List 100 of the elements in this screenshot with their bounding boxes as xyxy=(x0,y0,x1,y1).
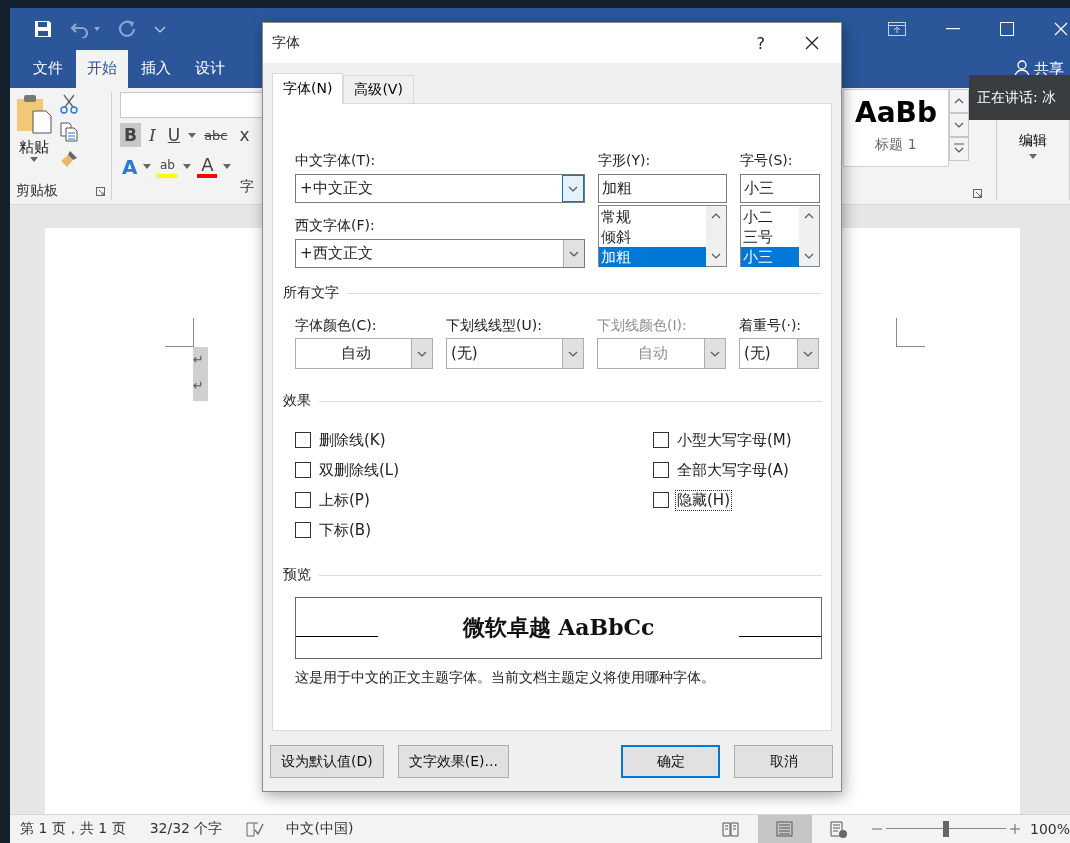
checkbox[interactable] xyxy=(653,432,669,448)
minimize-icon[interactable] xyxy=(946,28,960,30)
subscript-button[interactable]: x xyxy=(235,123,254,148)
group-label: 字 xyxy=(240,178,254,196)
caret-icon[interactable] xyxy=(143,164,152,170)
dropdown[interactable]: 自动 xyxy=(295,338,433,369)
list-option[interactable]: 加粗 xyxy=(599,247,706,267)
margin-corner-mark xyxy=(165,318,194,347)
bold-button[interactable]: B xyxy=(120,123,141,148)
read-mode-icon xyxy=(722,820,740,838)
checkbox[interactable] xyxy=(295,432,311,448)
save-icon[interactable] xyxy=(34,20,52,38)
dialog-button[interactable]: 文字效果(E)... xyxy=(397,745,509,778)
checkbox-label[interactable]: 下标(B) xyxy=(317,519,373,541)
launcher-icon[interactable] xyxy=(96,186,105,196)
list-option[interactable]: 常规 xyxy=(599,207,706,227)
zoom-level[interactable]: 100% xyxy=(1029,821,1070,837)
caret-icon[interactable] xyxy=(183,164,192,170)
checkbox[interactable] xyxy=(295,522,311,538)
checkbox[interactable] xyxy=(653,462,669,478)
checkbox-label[interactable]: 小型大写字母(M) xyxy=(675,429,794,451)
text-field[interactable]: 小三 xyxy=(740,174,820,203)
caret-icon[interactable] xyxy=(188,132,197,138)
paste-icon[interactable] xyxy=(16,94,52,134)
close-icon[interactable] xyxy=(805,36,819,50)
editing-button[interactable]: 编辑 xyxy=(1019,132,1047,159)
dialog-button[interactable]: 取消 xyxy=(734,745,833,778)
strikethrough-button[interactable]: abc xyxy=(200,123,232,148)
style-gallery-item[interactable]: AaBb 标题 1 xyxy=(843,89,949,167)
preview-sample: 微软卓越 AaBbCc xyxy=(461,613,656,642)
checkbox-label[interactable]: 上标(P) xyxy=(317,489,372,511)
checkbox-label[interactable]: 双删除线(L) xyxy=(317,459,402,481)
chevron-up-icon[interactable] xyxy=(710,212,722,220)
ribbon-tab[interactable]: 文件 xyxy=(22,50,74,88)
copy-icon[interactable] xyxy=(60,122,78,142)
customize-caret-icon[interactable] xyxy=(154,24,166,34)
checkbox-label[interactable]: 全部大写字母(A) xyxy=(675,459,791,481)
chevron-down-icon xyxy=(567,349,579,358)
ribbon-display-icon[interactable] xyxy=(888,22,906,36)
ribbon-tab[interactable]: 开始 xyxy=(76,50,128,88)
word-count[interactable]: 32/32 个字 xyxy=(149,820,223,838)
language-indicator[interactable]: 中文(中国) xyxy=(286,820,354,838)
format-painter-icon[interactable] xyxy=(60,150,78,168)
font-dropdown[interactable]: +中文正文 xyxy=(295,174,585,203)
page-count[interactable]: 第 1 页，共 1 页 xyxy=(20,820,126,838)
text-effects-button[interactable]: A xyxy=(120,157,140,176)
field-label: 中文字体(T): xyxy=(295,151,377,169)
paragraph-mark: ↵ xyxy=(193,377,205,395)
chevron-up-icon[interactable] xyxy=(803,212,815,220)
font-dropdown[interactable]: +西文正文 xyxy=(295,239,585,268)
dialog-button[interactable]: 设为默认值(D) xyxy=(270,745,384,778)
dropdown[interactable]: (无) xyxy=(446,338,584,369)
redo-icon[interactable] xyxy=(118,20,136,38)
dialog-title: 字体 xyxy=(272,34,300,52)
chevron-up-icon xyxy=(953,97,965,105)
scissors-icon[interactable] xyxy=(60,94,78,114)
list-option[interactable]: 小三 xyxy=(741,247,799,267)
checkbox-label[interactable]: 删除线(K) xyxy=(317,429,388,451)
field-label: 着重号(·): xyxy=(739,316,803,334)
ribbon-tab[interactable]: 设计 xyxy=(184,50,236,88)
field-label: 西文字体(F): xyxy=(295,216,376,234)
chevron-down-icon[interactable] xyxy=(710,252,722,260)
field-label: 下划线线型(U): xyxy=(446,316,543,334)
web-layout-icon xyxy=(830,820,848,838)
undo-icon[interactable] xyxy=(70,20,100,38)
dialog-button[interactable]: 确定 xyxy=(621,745,720,778)
ribbon-tab[interactable]: 插入 xyxy=(130,50,182,88)
dialog-tab[interactable]: 字体(N) xyxy=(272,73,344,104)
help-button[interactable]: ? xyxy=(756,33,765,53)
proofing-icon[interactable] xyxy=(246,821,265,837)
caret-icon xyxy=(1029,154,1037,159)
zoom-slider-thumb[interactable] xyxy=(942,821,949,837)
underline-button[interactable]: U xyxy=(163,123,185,148)
chevron-down-icon xyxy=(568,249,580,258)
dialog-tab[interactable]: 高级(V) xyxy=(343,75,414,103)
checkbox[interactable] xyxy=(295,462,311,478)
list-option[interactable]: 小二 xyxy=(741,207,799,227)
list-option[interactable]: 倾斜 xyxy=(599,227,706,247)
text-field[interactable]: 加粗 xyxy=(598,174,727,203)
highlight-button[interactable]: ab xyxy=(155,155,180,178)
field-label: 字体颜色(C): xyxy=(295,316,378,334)
caret-icon[interactable] xyxy=(30,157,38,162)
maximize-icon[interactable] xyxy=(1000,22,1014,36)
dropdown[interactable]: (无) xyxy=(739,338,819,369)
font-color-button[interactable]: A xyxy=(195,155,220,178)
dropdown: 自动 xyxy=(597,338,726,369)
checkbox[interactable] xyxy=(653,492,669,508)
zoom-in-icon[interactable] xyxy=(1009,824,1020,834)
checkbox[interactable] xyxy=(295,492,311,508)
preview-description: 这是用于中文的正文主题字体。当前文档主题定义将使用哪种字体。 xyxy=(295,669,716,687)
chevron-down-icon[interactable] xyxy=(803,252,815,260)
italic-button[interactable]: I xyxy=(144,123,160,148)
list-option[interactable]: 三号 xyxy=(741,227,799,247)
chevron-down-icon xyxy=(953,121,965,129)
caret-icon[interactable] xyxy=(223,164,232,170)
chevron-down-icon xyxy=(567,184,579,193)
checkbox-label[interactable]: 隐藏(H) xyxy=(675,489,732,511)
paste-button[interactable]: 粘贴 xyxy=(19,138,49,157)
launcher-icon[interactable] xyxy=(973,189,982,198)
dropdown-button[interactable] xyxy=(562,175,584,202)
